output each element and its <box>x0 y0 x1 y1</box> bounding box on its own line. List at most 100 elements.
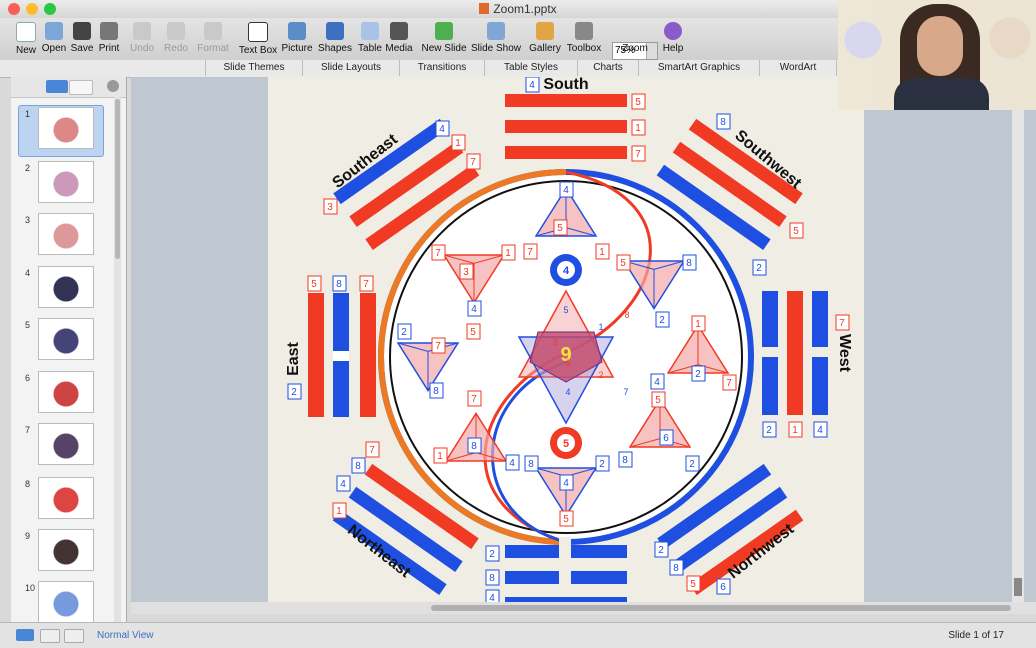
number-label: 3 <box>463 267 469 278</box>
slide-thumbnail-number: 9 <box>25 531 31 541</box>
text-box-button[interactable]: Text Box <box>238 20 278 56</box>
text-box-icon <box>248 22 268 42</box>
redo-button[interactable]: Redo <box>160 20 192 54</box>
tab-wordart[interactable]: WordArt <box>759 60 837 76</box>
slide-thumbnail-number: 5 <box>25 320 31 330</box>
open-label: Open <box>41 43 67 54</box>
text-box-label: Text Box <box>238 45 278 56</box>
trigram-gap <box>559 537 571 597</box>
slide-thumbnail[interactable] <box>38 581 94 623</box>
number-label: 7 <box>369 445 375 456</box>
toolbox-label: Toolbox <box>566 43 602 54</box>
slide-show-button[interactable]: Slide Show <box>470 20 522 54</box>
number-label: 4 <box>563 185 569 196</box>
tab-charts[interactable]: Charts <box>577 60 638 76</box>
redo-label: Redo <box>164 43 188 54</box>
number-label: 4 <box>471 304 477 315</box>
undo-label: Undo <box>130 43 154 54</box>
slide-thumbnail[interactable] <box>38 529 94 571</box>
hexagram-number: 2 <box>598 370 603 380</box>
gallery-label: Gallery <box>529 43 561 54</box>
slide-thumbnail[interactable] <box>38 161 94 203</box>
number-label: 7 <box>435 248 441 259</box>
slide-thumbnail[interactable] <box>38 318 94 360</box>
trigram-bar <box>505 120 627 133</box>
number-label: 7 <box>527 247 533 258</box>
slide-thumbnail[interactable] <box>38 477 94 519</box>
format-button[interactable]: Format <box>196 20 230 54</box>
pptx-file-icon <box>479 3 490 14</box>
format-label: Format <box>197 43 229 54</box>
slide-thumbnail[interactable] <box>38 266 94 308</box>
number-label: 5 <box>620 258 626 269</box>
gallery-button[interactable]: Gallery <box>528 20 562 54</box>
table-icon <box>361 22 379 40</box>
trigram-bar <box>360 293 376 417</box>
bottom-circle-number: 5 <box>563 438 569 450</box>
new-button[interactable]: New <box>12 20 40 56</box>
number-label: 2 <box>689 459 695 470</box>
number-label: 1 <box>455 138 461 149</box>
number-label: 8 <box>622 455 628 466</box>
media-label: Media <box>385 43 413 54</box>
outline-view-toggle[interactable] <box>69 80 93 95</box>
hexagram-number: 6 <box>565 358 570 368</box>
toolbox-button[interactable]: Toolbox <box>565 20 603 54</box>
close-pane-icon[interactable] <box>107 80 119 92</box>
help-button[interactable]: Help <box>660 20 686 54</box>
sidebar-header <box>11 77 126 98</box>
horizontal-scroll-thumb[interactable] <box>431 605 1011 611</box>
tab-slide-themes[interactable]: Slide Themes <box>205 60 302 76</box>
number-label: 5 <box>563 514 569 525</box>
hexagram-number: 4 <box>565 387 570 397</box>
vertical-scrollbar[interactable] <box>1012 110 1024 602</box>
slide-thumbnail-number: 8 <box>25 479 31 489</box>
slide-show-view-icon[interactable] <box>64 629 84 643</box>
trigram-gap <box>812 347 828 357</box>
tab-slide-layouts[interactable]: Slide Layouts <box>302 60 399 76</box>
new-slide-button[interactable]: New Slide <box>421 20 467 54</box>
direction-south: South <box>543 77 588 93</box>
slide-sorter-view-icon[interactable] <box>40 629 60 643</box>
table-button[interactable]: Table <box>355 20 385 54</box>
save-button[interactable]: Save <box>68 20 96 54</box>
hexagram-number: 3 <box>552 337 557 347</box>
slide-thumbnail-number: 2 <box>25 163 31 173</box>
number-label: 5 <box>635 97 641 108</box>
picture-button[interactable]: Picture <box>280 20 314 54</box>
shapes-label: Shapes <box>318 43 352 54</box>
number-label: 5 <box>793 226 799 237</box>
tab-table-styles[interactable]: Table Styles <box>484 60 577 76</box>
picture-icon <box>288 22 306 40</box>
sidebar-scrollbar[interactable] <box>114 97 121 622</box>
tab-smartart-graphics[interactable]: SmartArt Graphics <box>638 60 759 76</box>
page-nav-arrows-icon[interactable] <box>1014 578 1022 596</box>
slide-show-icon <box>487 22 505 40</box>
direction-east: East <box>285 341 302 375</box>
sidebar-scroll-thumb[interactable] <box>115 99 120 259</box>
shapes-button[interactable]: Shapes <box>317 20 353 54</box>
hexagram-number: 5 <box>563 305 568 315</box>
number-label: 8 <box>336 279 342 290</box>
slide-thumbnail[interactable] <box>38 213 94 255</box>
print-button[interactable]: Print <box>95 20 123 54</box>
open-button[interactable]: Open <box>40 20 68 54</box>
number-label: 7 <box>839 318 845 329</box>
save-disk-icon <box>73 22 91 40</box>
number-label: 7 <box>471 394 477 405</box>
number-label: 8 <box>489 573 495 584</box>
normal-view-icon[interactable] <box>16 629 34 641</box>
number-label: 6 <box>663 433 669 444</box>
horizontal-scrollbar[interactable] <box>131 602 1036 614</box>
format-brush-icon <box>204 22 222 40</box>
current-slide[interactable]: South Southeast Southwest East West Northeast… <box>268 76 864 610</box>
slides-view-toggle[interactable] <box>46 80 68 93</box>
number-label: 7 <box>635 149 641 160</box>
slide-thumbnail[interactable] <box>38 423 94 465</box>
media-button[interactable]: Media <box>384 20 414 54</box>
slide-thumbnail[interactable] <box>38 371 94 413</box>
slide-thumbnail[interactable] <box>38 107 94 149</box>
tab-transitions[interactable]: Transitions <box>399 60 484 76</box>
undo-button[interactable]: Undo <box>126 20 158 54</box>
print-label: Print <box>98 43 120 54</box>
